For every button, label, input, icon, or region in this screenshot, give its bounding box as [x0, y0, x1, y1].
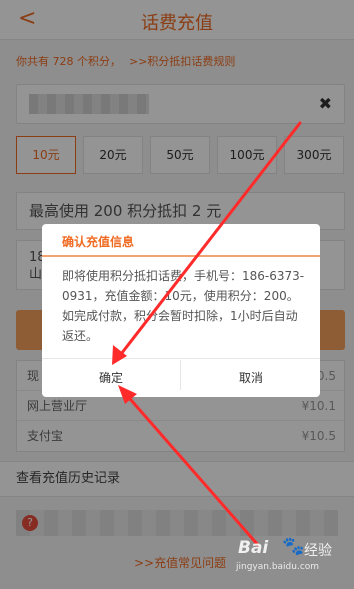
- annotation-arrows: [112, 121, 302, 547]
- app-screen: < 话费充值 你共有 728 个积分， >>积分抵扣话费规则 ✖ 10元 20元 …: [0, 0, 354, 589]
- watermark-url: jingyan.baidu.com: [236, 562, 320, 572]
- paw-icon: 🐾: [282, 536, 305, 557]
- watermark-brand-2: 经验: [304, 543, 332, 559]
- baidu-jingyan-watermark: Bai 🐾 经验 jingyan.baidu.com: [236, 532, 346, 580]
- watermark-brand: Bai: [238, 538, 269, 558]
- annotation-arrow-bottom: [118, 385, 260, 547]
- annotation-arrow-top: [112, 121, 302, 365]
